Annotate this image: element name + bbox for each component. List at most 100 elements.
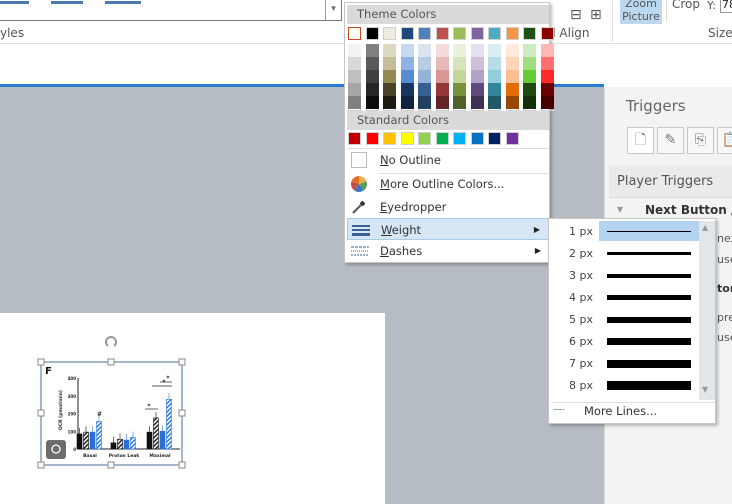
color-swatch[interactable] — [365, 44, 379, 57]
color-swatch[interactable] — [505, 57, 519, 70]
trigger-row[interactable]: nex — [717, 232, 732, 245]
color-swatch[interactable] — [383, 70, 396, 83]
color-swatch[interactable] — [348, 96, 361, 109]
color-swatch[interactable] — [540, 57, 554, 70]
color-swatch[interactable] — [470, 83, 484, 96]
color-swatch[interactable] — [400, 70, 414, 83]
color-swatch[interactable] — [505, 70, 519, 83]
color-swatch[interactable] — [470, 44, 484, 57]
color-swatch[interactable] — [365, 27, 379, 40]
color-swatch[interactable] — [453, 96, 466, 109]
color-swatch[interactable] — [488, 44, 501, 57]
trigger-row[interactable]: use — [717, 253, 732, 266]
style-thumbnail[interactable] — [0, 1, 29, 4]
color-swatch[interactable] — [470, 132, 484, 145]
color-swatch[interactable] — [523, 83, 536, 96]
color-swatch[interactable] — [453, 83, 466, 96]
slide[interactable]: 0 100 200 300 400 OCR (pmol/min) F Basal Proton … — [0, 313, 385, 504]
color-swatch[interactable] — [435, 70, 449, 83]
y-position-input[interactable]: 78 — [720, 0, 732, 13]
color-swatch[interactable] — [435, 83, 449, 96]
new-trigger-button[interactable]: 🗋 — [627, 127, 654, 154]
color-swatch[interactable] — [470, 96, 484, 109]
color-swatch[interactable] — [540, 27, 554, 40]
color-swatch[interactable] — [365, 96, 379, 109]
color-swatch[interactable] — [470, 70, 484, 83]
color-swatch[interactable] — [418, 96, 431, 109]
color-swatch[interactable] — [453, 57, 466, 70]
color-swatch[interactable] — [540, 96, 554, 109]
color-swatch[interactable] — [348, 83, 361, 96]
color-swatch[interactable] — [348, 132, 361, 145]
color-swatch[interactable] — [488, 70, 501, 83]
color-swatch[interactable] — [418, 57, 431, 70]
menu-item-no-outline[interactable]: No Outline — [347, 149, 549, 171]
copy-trigger-button[interactable]: ⎘ — [687, 127, 714, 154]
paste-trigger-button[interactable]: 📋 — [717, 127, 732, 154]
color-swatch[interactable] — [365, 132, 379, 145]
color-swatch[interactable] — [400, 83, 414, 96]
color-swatch[interactable] — [400, 132, 414, 145]
collapse-icon[interactable]: ▼ — [617, 205, 623, 214]
style-thumbnail[interactable] — [51, 1, 83, 4]
color-swatch[interactable] — [400, 57, 414, 70]
color-swatch[interactable] — [348, 27, 361, 40]
crop-button[interactable]: Crop — [672, 0, 700, 11]
color-swatch[interactable] — [505, 96, 519, 109]
trigger-group[interactable]: ton — [717, 282, 732, 295]
zoom-picture-button[interactable]: Zoom Picture — [620, 0, 662, 24]
color-swatch[interactable] — [505, 44, 519, 57]
player-triggers-header[interactable]: Player Triggers — [609, 165, 732, 198]
color-swatch[interactable] — [505, 132, 519, 145]
color-swatch[interactable] — [383, 96, 396, 109]
weight-option[interactable]: 7 px — [551, 353, 697, 375]
color-swatch[interactable] — [523, 27, 536, 40]
color-swatch[interactable] — [365, 57, 379, 70]
color-swatch[interactable] — [488, 27, 501, 40]
color-swatch[interactable] — [453, 27, 466, 40]
weight-option[interactable]: 4 px — [551, 287, 697, 309]
more-lines-item[interactable]: More Lines... — [584, 404, 657, 418]
color-swatch[interactable] — [470, 57, 484, 70]
color-swatch[interactable] — [488, 96, 501, 109]
color-swatch[interactable] — [418, 70, 431, 83]
color-swatch[interactable] — [418, 132, 431, 145]
weight-option[interactable]: 6 px — [551, 331, 697, 353]
color-swatch[interactable] — [453, 44, 466, 57]
weight-option[interactable]: 3 px — [551, 265, 697, 287]
color-swatch[interactable] — [348, 44, 361, 57]
trigger-group[interactable]: Next Button / S — [645, 203, 732, 217]
distribute-icon[interactable]: ⊞ — [590, 7, 602, 23]
color-swatch[interactable] — [383, 132, 396, 145]
weight-option[interactable]: 5 px — [551, 309, 697, 331]
color-swatch[interactable] — [523, 44, 536, 57]
color-swatch[interactable] — [488, 57, 501, 70]
color-swatch[interactable] — [400, 44, 414, 57]
menu-item-eyedropper[interactable]: Eyedropper — [347, 196, 549, 218]
color-swatch[interactable] — [540, 70, 554, 83]
trigger-row[interactable]: pre — [717, 311, 732, 324]
gallery-more-button[interactable]: ▾ — [325, 0, 341, 20]
color-swatch[interactable] — [400, 96, 414, 109]
shape-styles-gallery[interactable]: ▾ — [0, 0, 342, 21]
color-swatch[interactable] — [383, 57, 396, 70]
color-swatch[interactable] — [453, 70, 466, 83]
color-swatch[interactable] — [400, 27, 414, 40]
color-swatch[interactable] — [383, 27, 396, 40]
weight-option[interactable]: 8 px — [551, 375, 697, 397]
color-swatch[interactable] — [418, 27, 431, 40]
menu-item-dashes[interactable]: Dashes ▶ — [347, 240, 549, 262]
color-swatch[interactable] — [348, 57, 361, 70]
color-swatch[interactable] — [435, 96, 449, 109]
color-swatch[interactable] — [435, 27, 449, 40]
scroll-up-icon[interactable]: ▲ — [702, 223, 708, 232]
color-swatch[interactable] — [418, 83, 431, 96]
color-swatch[interactable] — [488, 132, 501, 145]
color-swatch[interactable] — [435, 132, 449, 145]
style-thumbnail[interactable] — [105, 1, 141, 4]
color-swatch[interactable] — [348, 70, 361, 83]
color-swatch[interactable] — [523, 57, 536, 70]
edit-trigger-button[interactable]: ✎ — [657, 127, 684, 154]
color-swatch[interactable] — [383, 83, 396, 96]
color-swatch[interactable] — [365, 83, 379, 96]
